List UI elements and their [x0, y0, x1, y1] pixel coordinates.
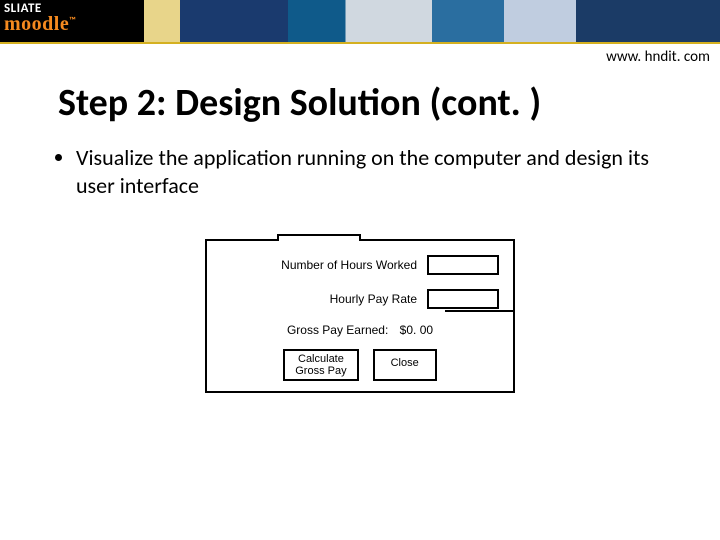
calculate-button[interactable]: Calculate Gross Pay [283, 349, 358, 381]
gross-value: $0. 00 [400, 323, 433, 337]
calc-btn-line1: Calculate [298, 353, 344, 365]
bullet-list: Visualize the application running on the… [0, 144, 720, 199]
header-banner: SLIATE moodle™ [0, 0, 720, 44]
site-url: www. hndit. com [0, 44, 720, 66]
calc-btn-line2: Gross Pay [295, 365, 346, 377]
brand-moodle: moodle [4, 13, 69, 35]
brand-tm: ™ [69, 15, 76, 26]
brand-logo: SLIATE moodle™ [4, 2, 76, 35]
close-button[interactable]: Close [373, 349, 437, 381]
bullet-item: Visualize the application running on the… [76, 144, 680, 199]
close-btn-label: Close [391, 357, 419, 369]
hours-label: Number of Hours Worked [221, 258, 417, 272]
ui-mockup: Number of Hours Worked Hourly Pay Rate G… [205, 239, 515, 393]
rate-input[interactable] [427, 289, 499, 309]
slide-title: Step 2: Design Solution (cont. ) [58, 80, 720, 126]
rate-label: Hourly Pay Rate [221, 292, 417, 306]
hours-input[interactable] [427, 255, 499, 275]
gross-label: Gross Pay Earned: [287, 323, 388, 337]
